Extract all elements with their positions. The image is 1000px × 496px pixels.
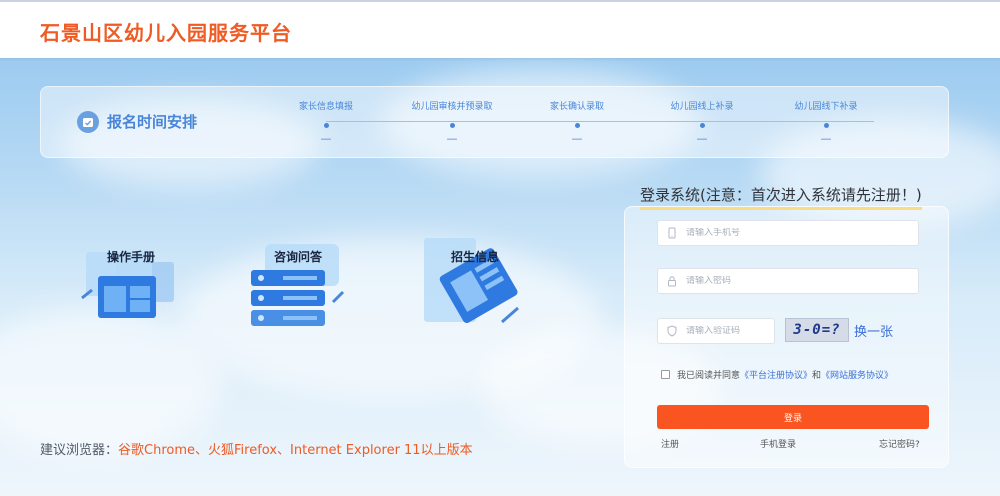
schedule-step: 家长信息填报 — bbox=[266, 99, 386, 145]
password-field[interactable] bbox=[657, 268, 919, 294]
step-name: 幼儿园审核并预录取 bbox=[411, 102, 493, 112]
captcha-image[interactable]: 3-0=? bbox=[785, 318, 849, 342]
password-input[interactable] bbox=[686, 276, 918, 286]
browser-recommendation: 建议浏览器：谷歌Chrome、火狐Firefox、Internet Explor… bbox=[40, 439, 473, 458]
forgot-password-link[interactable]: 忘记密码? bbox=[879, 437, 920, 450]
manual-tile-label: 操作手册 bbox=[106, 250, 155, 264]
register-link[interactable]: 注册 bbox=[661, 437, 679, 450]
login-form: 3-0=? 换一张 我已阅读并同意 《平台注册协议》 和 《网站服务协议》 登录… bbox=[624, 206, 949, 468]
step-dot bbox=[823, 123, 829, 128]
schedule-step: 家长确认录取 — bbox=[517, 99, 637, 145]
manual-tile[interactable]: 操作手册 bbox=[76, 236, 186, 336]
platform-agreement-link[interactable]: 《平台注册协议》 bbox=[740, 368, 812, 381]
phone-login-link[interactable]: 手机登录 bbox=[760, 437, 796, 450]
phone-field[interactable] bbox=[657, 220, 919, 246]
login-button[interactable]: 登录 bbox=[657, 405, 929, 429]
agree-prefix: 我已阅读并同意 bbox=[677, 371, 741, 381]
enrollment-tile[interactable]: 招生信息 bbox=[420, 236, 530, 336]
schedule-step: 幼儿园审核并预录取 — bbox=[392, 99, 512, 145]
step-name: 家长确认录取 bbox=[549, 102, 604, 112]
step-name: 幼儿园线上补录 bbox=[670, 102, 734, 112]
schedule-step: 幼儿园线上补录 — bbox=[642, 99, 762, 145]
step-dot bbox=[449, 123, 455, 128]
top-header: 石景山区幼儿入园服务平台 bbox=[0, 0, 1000, 58]
step-date: — bbox=[571, 132, 583, 145]
site-title: 石景山区幼儿入园服务平台 bbox=[40, 21, 292, 45]
step-date: — bbox=[820, 132, 832, 145]
schedule-step: 幼儿园线下补录 — bbox=[766, 99, 886, 145]
browser-note-prefix: 建议浏览器： bbox=[40, 443, 119, 458]
service-agreement-link[interactable]: 《网站服务协议》 bbox=[821, 368, 893, 381]
shield-icon bbox=[667, 325, 677, 337]
step-date: — bbox=[696, 132, 708, 145]
step-date: — bbox=[320, 132, 332, 145]
step-date: — bbox=[446, 132, 458, 145]
step-dot bbox=[574, 123, 580, 128]
agree-checkbox[interactable] bbox=[661, 370, 670, 379]
agreement-row: 我已阅读并同意 《平台注册协议》 和 《网站服务协议》 bbox=[661, 368, 893, 381]
captcha-refresh-link[interactable]: 换一张 bbox=[854, 321, 893, 340]
schedule-panel: 报名时间安排 家长信息填报 — 幼儿园审核并预录取 — 家长确认录取 — 幼儿园… bbox=[40, 86, 949, 158]
agree-and: 和 bbox=[812, 371, 822, 381]
schedule-title: 报名时间安排 bbox=[107, 113, 198, 131]
step-dot bbox=[323, 123, 329, 128]
browser-note-list: 谷歌Chrome、火狐Firefox、Internet Explorer 11以… bbox=[118, 443, 473, 458]
qa-tile-label: 咨询问答 bbox=[273, 250, 322, 264]
captcha-input[interactable] bbox=[686, 326, 774, 336]
qa-tile[interactable]: 咨询问答 bbox=[243, 236, 353, 336]
step-dot bbox=[699, 123, 705, 128]
step-name: 家长信息填报 bbox=[298, 102, 353, 112]
step-name: 幼儿园线下补录 bbox=[794, 102, 858, 112]
captcha-text: 3-0=? bbox=[793, 322, 841, 338]
calendar-icon bbox=[77, 111, 99, 133]
enrollment-tile-label: 招生信息 bbox=[450, 250, 499, 264]
phone-icon bbox=[668, 227, 676, 239]
phone-input[interactable] bbox=[686, 228, 918, 238]
captcha-field[interactable] bbox=[657, 318, 775, 344]
lock-icon bbox=[668, 276, 676, 287]
